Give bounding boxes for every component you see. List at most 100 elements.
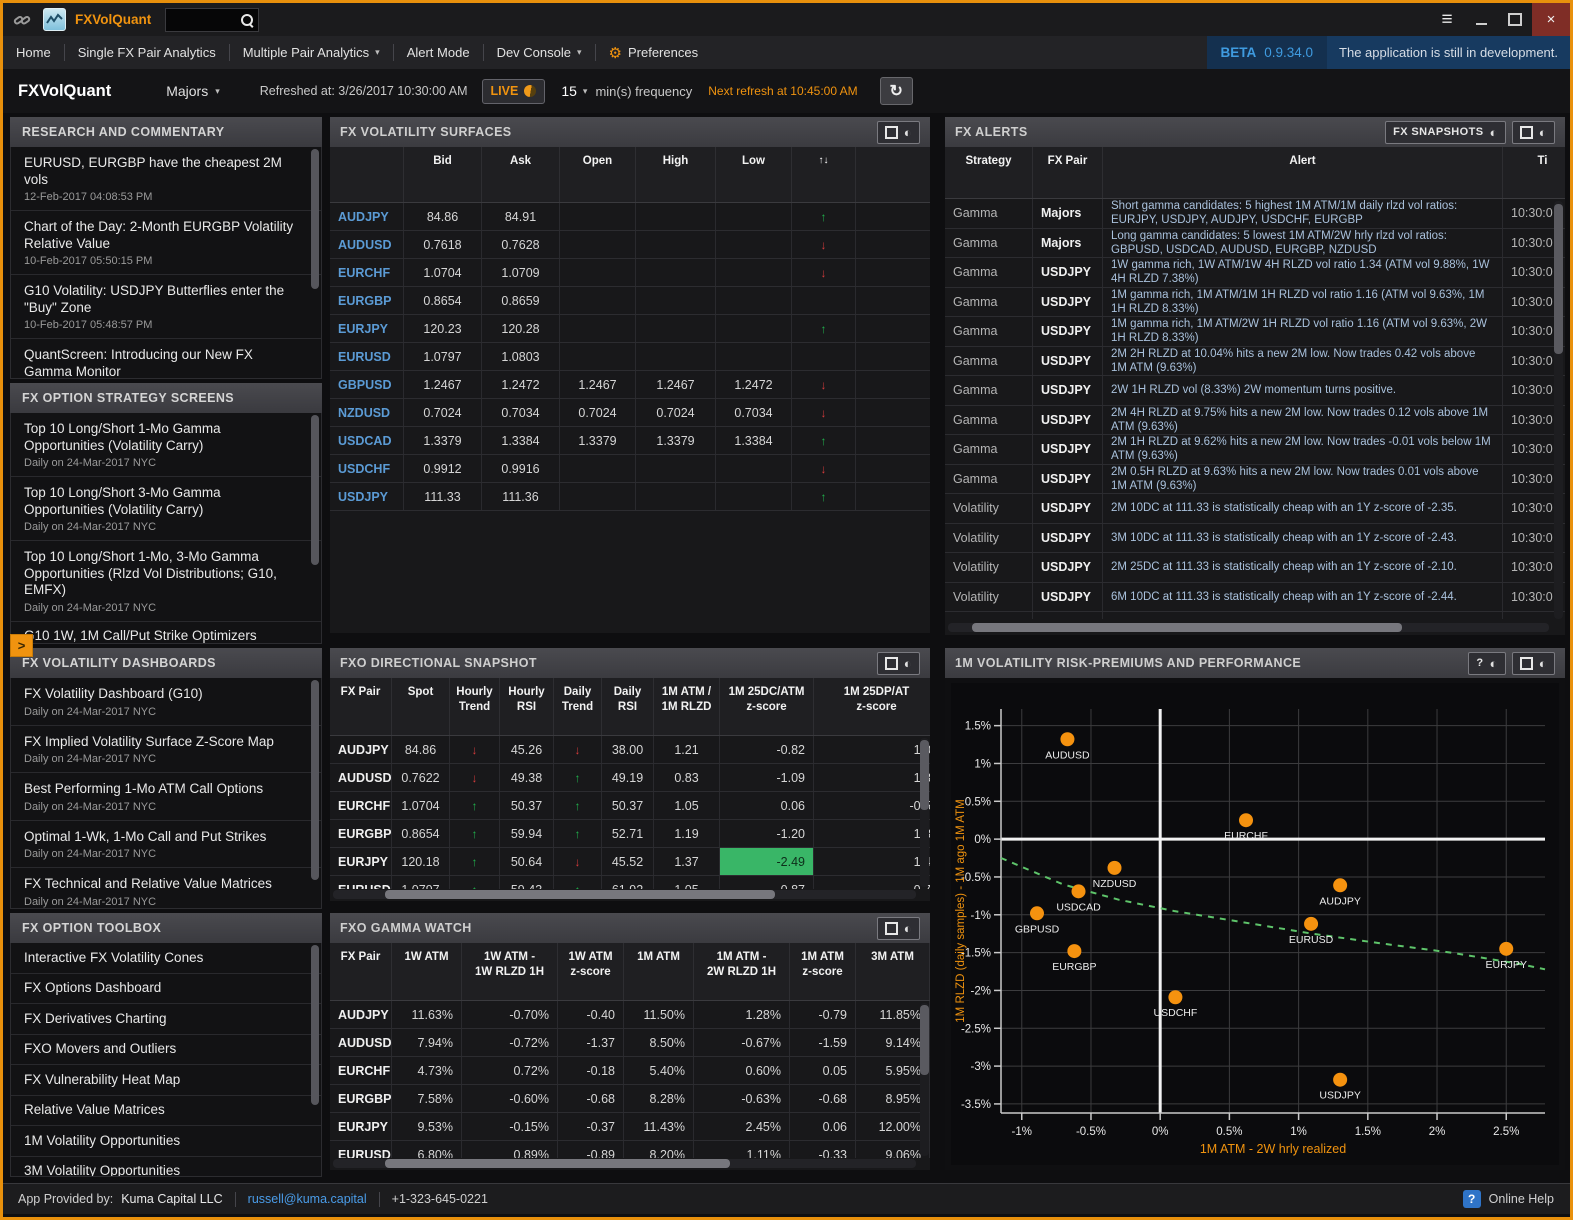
- table-row[interactable]: EURCHF1.0704↑50.37↑50.371.050.06-0.5: [330, 792, 930, 820]
- data-point-nzdusd[interactable]: [1108, 861, 1122, 875]
- column-header-25dp-atm-zscore[interactable]: 1M 25DP/ATz-score: [814, 678, 930, 735]
- data-point-eurusd[interactable]: [1304, 917, 1318, 931]
- table-row[interactable]: AUDUSD0.7622↓49.38↑49.190.83-1.091.3: [330, 764, 930, 792]
- table-row[interactable]: GammaUSDJPY2M 4H RLZD at 9.75% hits a ne…: [945, 406, 1565, 436]
- data-point-usdcad[interactable]: [1072, 884, 1086, 898]
- popout-button[interactable]: ◐: [1512, 652, 1555, 675]
- scrollbar-thumb[interactable]: [1554, 204, 1563, 354]
- scrollbar-thumb[interactable]: [972, 623, 1402, 632]
- column-header-1m-atm-zscore[interactable]: 1M ATMz-score: [790, 943, 856, 1000]
- column-header-3m-atm[interactable]: 3M ATM: [856, 943, 930, 1000]
- table-row[interactable]: GBPUSD1.24671.24721.24671.24671.2472↓: [330, 371, 930, 399]
- table-row[interactable]: USDCAD1.33791.33841.33791.33791.3384↑: [330, 427, 930, 455]
- section-header-fx-option-toolbox[interactable]: FX OPTION TOOLBOX: [10, 913, 322, 943]
- data-point-gbpusd[interactable]: [1030, 906, 1044, 920]
- table-row[interactable]: USDCHF0.99120.9916↓: [330, 455, 930, 483]
- table-row[interactable]: EURJPY9.53%-0.15%-0.3711.43%2.45%0.0612.…: [330, 1113, 930, 1141]
- scrollbar-thumb[interactable]: [311, 149, 319, 289]
- table-row[interactable]: GammaUSDJPY1M gamma rich, 1M ATM/2W 1H R…: [945, 317, 1565, 347]
- table-row[interactable]: GammaUSDJPY1W gamma rich, 1W ATM/1W 4H R…: [945, 258, 1565, 288]
- table-row[interactable]: VolatilityUSDJPY2M 25DC at 111.33 is sta…: [945, 553, 1565, 583]
- table-row[interactable]: EURGBP0.86540.8659: [330, 287, 930, 315]
- column-header-fx-pair[interactable]: FX Pair: [1033, 147, 1103, 198]
- column-header-strategy[interactable]: Strategy: [945, 147, 1033, 198]
- menu-item-multiple-pair-analytics[interactable]: Multiple Pair Analytics▾: [230, 36, 393, 69]
- live-toggle[interactable]: LIVE: [482, 79, 546, 104]
- sidebar-item[interactable]: 3M Volatility Opportunities: [11, 1157, 321, 1178]
- table-row[interactable]: GammaUSDJPY2M 2H RLZD at 10.04% hits a n…: [945, 347, 1565, 377]
- table-row[interactable]: EURJPY120.23120.28↑: [330, 315, 930, 343]
- minimize-button[interactable]: [1464, 3, 1498, 36]
- column-header-fx-pair[interactable]: FX Pair: [330, 943, 392, 1000]
- sidebar-item[interactable]: Best Performing 1-Mo ATM Call OptionsDai…: [11, 773, 321, 821]
- sidebar-item[interactable]: FX Derivatives Charting: [11, 1004, 321, 1035]
- data-point-eurchf[interactable]: [1239, 813, 1253, 827]
- table-row[interactable]: GammaUSDJPY2M 1H RLZD at 9.62% hits a ne…: [945, 435, 1565, 465]
- table-row[interactable]: EURUSD6.80%0.89%-0.898.20%1.11%-0.339.06…: [330, 1141, 930, 1158]
- close-button[interactable]: ×: [1532, 3, 1570, 36]
- scrollbar-thumb[interactable]: [385, 890, 775, 899]
- scrollbar-thumb[interactable]: [385, 1159, 730, 1168]
- scrollbar-thumb[interactable]: [311, 680, 319, 880]
- table-row[interactable]: GammaUSDJPY2W 1H RLZD vol (8.33%) 2W mom…: [945, 376, 1565, 406]
- horizontal-scrollbar[interactable]: [333, 890, 916, 899]
- table-row[interactable]: EURGBP7.58%-0.60%-0.688.28%-0.63%-0.688.…: [330, 1085, 930, 1113]
- popout-button[interactable]: ◐: [877, 121, 920, 144]
- column-header-pair[interactable]: [330, 147, 404, 202]
- popout-button[interactable]: ◐: [877, 917, 920, 940]
- fx-snapshots-button[interactable]: FX SNAPSHOTS◐: [1385, 121, 1506, 144]
- sidebar-item[interactable]: FX Options Dashboard: [11, 974, 321, 1005]
- section-header-research-and-commentary[interactable]: RESEARCH AND COMMENTARY: [10, 117, 322, 147]
- table-row[interactable]: EURCHF4.73%0.72%-0.185.40%0.60%0.055.95%: [330, 1057, 930, 1085]
- horizontal-scrollbar[interactable]: [948, 623, 1549, 632]
- chart-help-button[interactable]: ?◐: [1468, 652, 1505, 675]
- column-header-alert-text[interactable]: Alert: [1103, 147, 1503, 198]
- data-point-usdchf[interactable]: [1168, 990, 1182, 1004]
- table-row[interactable]: VolatilityUSDJPY6M 10DC at 111.33 is sta…: [945, 583, 1565, 613]
- column-header-daily-trend[interactable]: DailyTrend: [554, 678, 602, 735]
- column-header-time[interactable]: Ti: [1503, 147, 1565, 198]
- search-input[interactable]: [166, 13, 240, 27]
- sidebar-item[interactable]: G10 1W, 1M Call/Put Strike Optimizers: [11, 622, 321, 645]
- column-header-open[interactable]: Open: [560, 147, 636, 202]
- sidebar-item[interactable]: FX Vulnerability Heat Map: [11, 1065, 321, 1096]
- column-header-spot[interactable]: Spot: [392, 678, 450, 735]
- refresh-button[interactable]: ↻: [880, 77, 913, 105]
- table-row[interactable]: AUDUSD0.76180.7628↓: [330, 231, 930, 259]
- vertical-scrollbar[interactable]: [1554, 201, 1563, 619]
- sidebar-item[interactable]: G10 Volatility: USDJPY Butterflies enter…: [11, 275, 321, 339]
- column-header-low[interactable]: Low: [716, 147, 792, 202]
- sidebar-item[interactable]: Top 10 Long/Short 1-Mo Gamma Opportuniti…: [11, 413, 321, 477]
- table-row[interactable]: EURGBP0.8654↑59.94↑52.711.19-1.201.3: [330, 820, 930, 848]
- column-header-1w-atm-zscore[interactable]: 1W ATMz-score: [558, 943, 624, 1000]
- menu-item-single-fx-pair-analytics[interactable]: Single FX Pair Analytics: [65, 36, 229, 69]
- horizontal-scrollbar[interactable]: [333, 1159, 916, 1168]
- table-row[interactable]: VolatilityUSDJPY3M 10DC at 111.33 is sta…: [945, 524, 1565, 554]
- data-point-usdjpy[interactable]: [1333, 1073, 1347, 1087]
- data-point-audusd[interactable]: [1060, 732, 1074, 746]
- menu-item-preferences[interactable]: ⚙Preferences: [596, 36, 712, 69]
- hamburger-menu-button[interactable]: ≡: [1430, 3, 1464, 36]
- table-row[interactable]: GammaUSDJPY2M 0.5H RLZD at 9.63% hits a …: [945, 465, 1565, 495]
- search-icon[interactable]: [240, 13, 254, 27]
- sidebar-item[interactable]: FX Implied Volatility Surface Z-Score Ma…: [11, 726, 321, 774]
- section-header-fx-volatility-dashboards[interactable]: FX VOLATILITY DASHBOARDS: [10, 648, 322, 678]
- menu-item-alert-mode[interactable]: Alert Mode: [394, 36, 483, 69]
- column-header-25dc-atm-zscore[interactable]: 1M 25DC/ATMz-score: [720, 678, 814, 735]
- scrollbar-thumb[interactable]: [920, 740, 929, 810]
- column-header-high[interactable]: High: [636, 147, 716, 202]
- sidebar-item[interactable]: Chart of the Day: 2-Month EURGBP Volatil…: [11, 211, 321, 275]
- column-header-bid[interactable]: Bid: [404, 147, 482, 202]
- data-point-eurjpy[interactable]: [1499, 942, 1513, 956]
- sidebar-item[interactable]: Relative Value Matrices: [11, 1096, 321, 1127]
- help-icon[interactable]: ?: [1463, 1190, 1481, 1208]
- table-row[interactable]: GammaUSDJPY1M gamma rich, 1M ATM/1M 1H R…: [945, 288, 1565, 318]
- scrollbar-thumb[interactable]: [311, 945, 319, 1105]
- column-header-direction[interactable]: ↑↓: [792, 147, 856, 202]
- scrollbar-thumb[interactable]: [311, 415, 319, 565]
- sidebar-item[interactable]: Optimal 1-Wk, 1-Mo Call and Put StrikesD…: [11, 821, 321, 869]
- contact-email-link[interactable]: russell@kuma.capital: [248, 1192, 367, 1206]
- column-header-spacer[interactable]: [856, 147, 930, 202]
- sidebar-item[interactable]: EURUSD, EURGBP have the cheapest 2M vols…: [11, 147, 321, 211]
- menu-item-home[interactable]: Home: [3, 36, 64, 69]
